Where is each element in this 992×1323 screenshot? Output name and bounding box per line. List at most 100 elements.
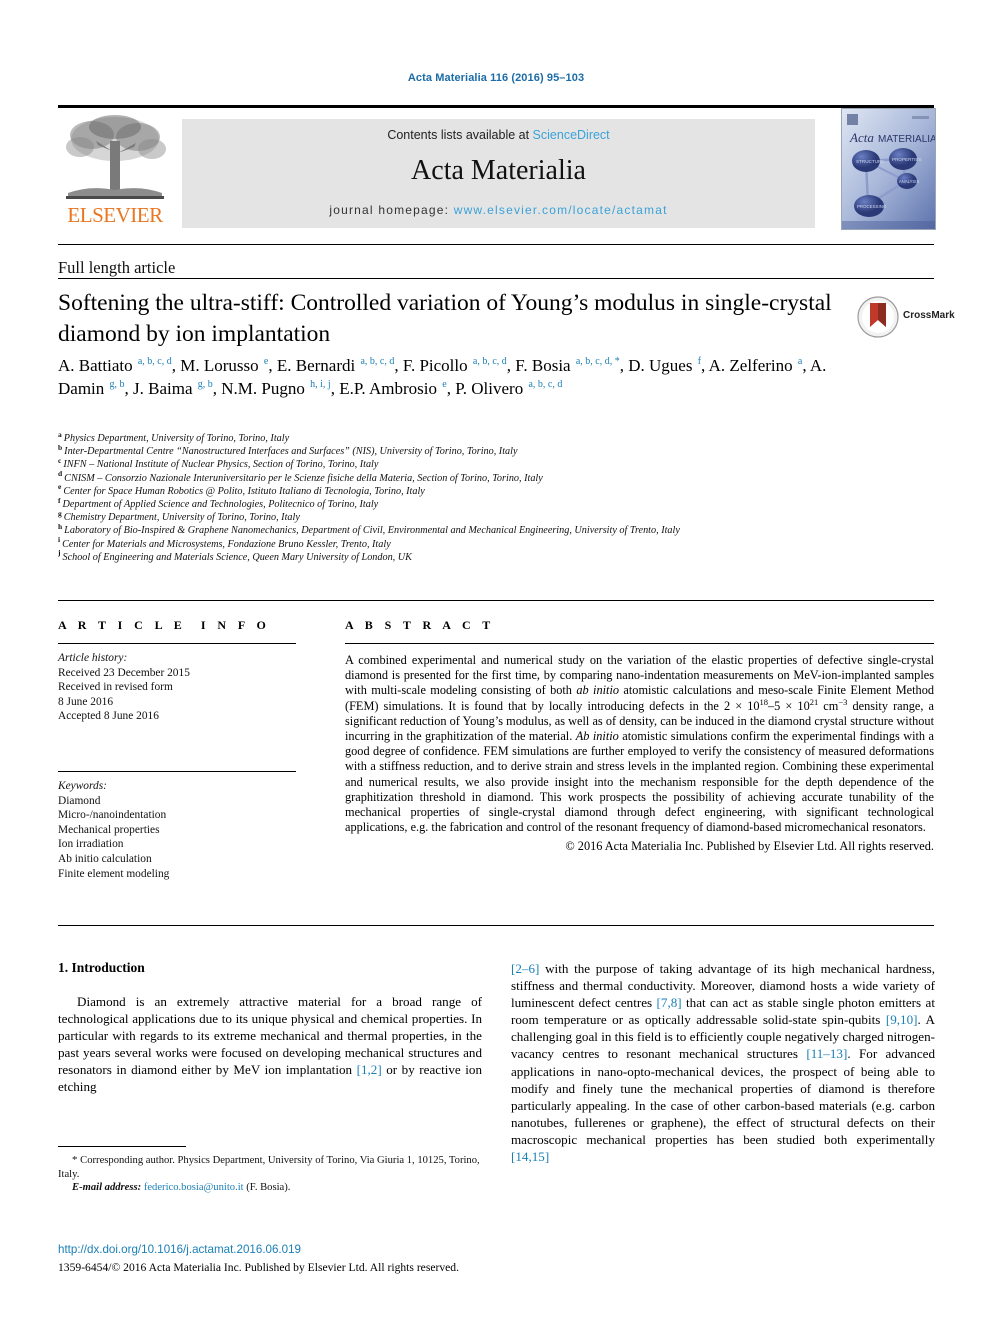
affiliation-item: g Chemistry Department, University of Tor… (58, 510, 938, 524)
info-block-top-rule (58, 600, 934, 601)
keywords-block: Keywords: Diamond Micro-/nanoindentation M… (58, 779, 298, 881)
keyword-item: Finite element modeling (58, 867, 170, 880)
author-affiliation-marks: g, b (197, 378, 213, 390)
citation-ref-2-6[interactable]: [2–6] (511, 961, 539, 976)
affiliation-item: j School of Engineering and Materials Sci… (58, 549, 938, 564)
abstract-part-6: atomistic simulations confirm the experi… (345, 729, 934, 835)
journal-homepage-line: journal homepage: www.elsevier.com/locat… (182, 203, 815, 217)
article-history-item: Received in revised form (58, 681, 173, 694)
article-history-block: Article history: Received 23 December 20… (58, 651, 298, 724)
abstract-abinitio-1: ab initio (576, 683, 620, 698)
author-list: A. Battiato a, b, c, d, M. Lorusso e, E.… (58, 356, 827, 398)
affiliation-item: h Laboratory of Bio-Inspired & Graphene N… (58, 523, 938, 537)
banner-top-rule (58, 105, 934, 108)
email-address-link[interactable]: federico.bosia@unito.it (144, 1182, 244, 1193)
affiliation-text: CNISM – Consorzio Nazionale Interunivers… (64, 472, 543, 484)
author-name: N.M. Pugno (221, 378, 310, 398)
author-affiliation-marks: f (697, 356, 702, 368)
citation-ref-14-15[interactable]: [14,15] (511, 1149, 549, 1164)
affiliation-item: d CNISM – Consorzio Nazionale Interuniver… (58, 470, 938, 485)
author-affiliation-marks: e (263, 356, 269, 368)
affiliation-item: b Inter-Departmental Centre “Nanostructur… (58, 444, 938, 458)
affiliation-text: Department of Applied Science and Techno… (62, 499, 379, 511)
affiliation-item: f Department of Applied Science and Techn… (58, 496, 938, 511)
journal-banner: ELSEVIER Contents lists available at Sci… (58, 105, 936, 230)
svg-text:MATERIALIA: MATERIALIA (878, 134, 935, 145)
affiliation-item: i Center for Materials and Microsystems, … (58, 536, 938, 551)
author-affiliation-marks: a, b, c, d (472, 356, 507, 368)
title-block-mid-rule (58, 278, 934, 279)
sciencedirect-link[interactable]: ScienceDirect (533, 128, 610, 142)
citation-ref-1-2[interactable]: [1,2] (357, 1062, 382, 1077)
author-name: P. Olivero (455, 378, 528, 398)
crossmark-icon (857, 296, 899, 338)
author-affiliation-marks: a, b, c, d, * (575, 356, 620, 368)
keyword-item: Mechanical properties (58, 823, 160, 836)
journal-homepage-link[interactable]: www.elsevier.com/locate/actamat (454, 203, 668, 217)
affiliation-text: Laboratory of Bio-Inspired & Graphene Na… (64, 525, 680, 537)
article-history-item: Received 23 December 2015 (58, 666, 190, 679)
section-title-introduction: 1. Introduction (58, 960, 145, 975)
abstract-column: A B S T R A C T A combined experimental … (345, 618, 934, 854)
title-block-top-rule (58, 244, 934, 245)
keywords-label: Keywords: (58, 779, 107, 792)
author-affiliation-marks: e (442, 378, 447, 390)
article-info-column: A R T I C L E I N F O Article history: R… (58, 618, 298, 881)
affiliation-text: Center for Space Human Robotics @ Polito… (63, 485, 425, 497)
corresponding-author-text: Corresponding author. Physics Department… (58, 1155, 480, 1180)
intro-paragraph-right: [2–6] with the purpose of taking advanta… (511, 960, 935, 1165)
svg-text:PROPERTIES: PROPERTIES (892, 157, 922, 162)
citation-ref-11-13[interactable]: [11–13] (806, 1046, 847, 1061)
article-info-underline (58, 643, 296, 644)
affiliation-text: Chemistry Department, University of Tori… (63, 512, 300, 524)
doi-link[interactable]: http://dx.doi.org/10.1016/j.actamat.2016… (58, 1243, 301, 1256)
keyword-item: Micro-/nanoindentation (58, 809, 167, 822)
intro-right-text-4: . For advanced applications in nano-opto… (511, 1046, 935, 1147)
article-history-label: Article history: (58, 652, 128, 664)
abstract-heading: A B S T R A C T (345, 618, 495, 632)
journal-cover-thumbnail[interactable]: Acta MATERIALIA STRUCTURE PROPERTIES ANA… (841, 108, 936, 230)
author-name: J. Baima (133, 378, 197, 398)
crossmark-label: CrossMark (903, 310, 955, 321)
article-page: Acta Materialia 116 (2016) 95–103 ELSEVI… (0, 0, 992, 1323)
keywords-underline (58, 770, 296, 772)
elsevier-logo: ELSEVIER (60, 111, 170, 228)
affiliation-text: Physics Department, University of Torino… (63, 433, 290, 444)
author-affiliation-marks: a, b, c, d (360, 356, 395, 368)
citation-ref-7-8[interactable]: [7,8] (657, 995, 682, 1010)
journal-title: Acta Materialia (411, 155, 586, 186)
abstract-part-3: –5 × 10 (768, 698, 810, 713)
homepage-prefix: journal homepage: (329, 203, 454, 217)
svg-text:PROCESSING: PROCESSING (857, 204, 887, 209)
contents-available-line: Contents lists available at ScienceDirec… (182, 128, 815, 142)
article-info-heading: A R T I C L E I N F O (58, 618, 271, 632)
author-affiliation-marks: g, b (109, 378, 125, 390)
running-head: Acta Materialia 116 (2016) 95–103 (407, 72, 585, 84)
crossmark-badge[interactable]: CrossMark (857, 296, 955, 340)
author-name: E. Bernardi (276, 356, 360, 375)
body-column-right: [2–6] with the purpose of taking advanta… (511, 960, 935, 1165)
intro-paragraph-left: Diamond is an extremely attractive mater… (58, 993, 482, 1096)
footnote-block: * Corresponding author. Physics Departme… (58, 1154, 482, 1195)
affiliation-list: a Physics Department, University of Torin… (58, 430, 938, 564)
author-name: F. Bosia (515, 356, 575, 375)
elsevier-wordmark: ELSEVIER (67, 203, 163, 227)
citation-ref-9-10[interactable]: [9,10] (886, 1012, 918, 1027)
affiliation-text: INFN – National Institute of Nuclear Phy… (63, 459, 379, 471)
author-affiliation-marks: a, b, c, d (528, 378, 563, 390)
keyword-item: Diamond (58, 794, 101, 807)
article-history-lines: Received 23 December 2015 Received in rev… (58, 666, 298, 724)
author-affiliation-marks: a (797, 356, 803, 368)
email-owner: (F. Bosia). (243, 1182, 291, 1194)
abstract-abinitio-2: Ab initio (575, 729, 619, 744)
cover-artwork-icon: Acta MATERIALIA STRUCTURE PROPERTIES ANA… (842, 109, 935, 229)
page-title: Softening the ultra-stiff: Controlled va… (58, 290, 832, 347)
email-address-label: E-mail address: (72, 1182, 142, 1194)
affiliation-item: e Center for Space Human Robotics @ Polit… (58, 483, 938, 498)
abstract-part-4: cm (818, 698, 839, 713)
affiliation-text: Inter-Departmental Centre “Nanostructure… (64, 446, 518, 458)
article-type-label: Full length article (58, 258, 176, 277)
author-name: E.P. Ambrosio (339, 378, 442, 398)
author-affiliation-marks: a, b, c, d (137, 356, 172, 368)
keyword-item: Ion irradiation (58, 838, 124, 851)
